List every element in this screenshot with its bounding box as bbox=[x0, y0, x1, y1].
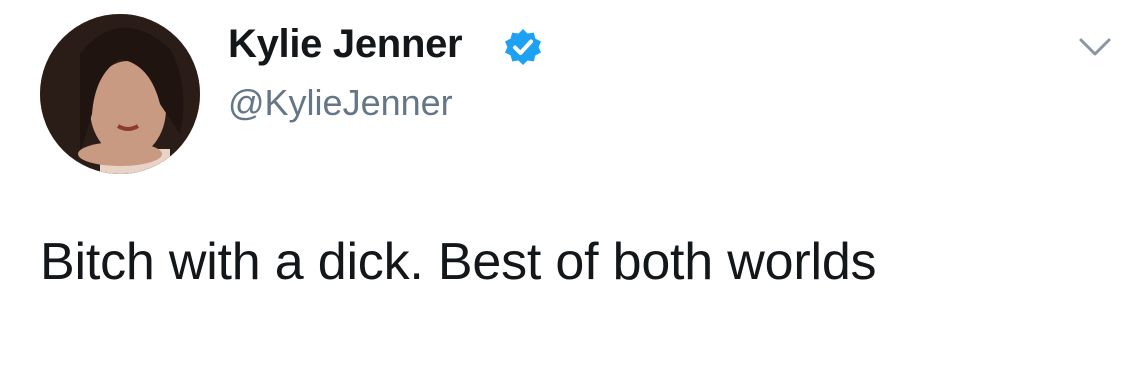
tweet-card: Kylie Jenner @KylieJenner Bitch with a d… bbox=[0, 0, 1140, 380]
tweet-text: Bitch with a dick. Best of both worlds bbox=[40, 233, 877, 291]
avatar[interactable] bbox=[40, 14, 200, 174]
avatar-image bbox=[40, 14, 200, 174]
display-name[interactable]: Kylie Jenner bbox=[228, 22, 463, 67]
verified-badge-icon bbox=[504, 28, 542, 66]
chevron-down-icon[interactable] bbox=[1078, 36, 1112, 60]
user-handle[interactable]: @KylieJenner bbox=[228, 82, 453, 124]
